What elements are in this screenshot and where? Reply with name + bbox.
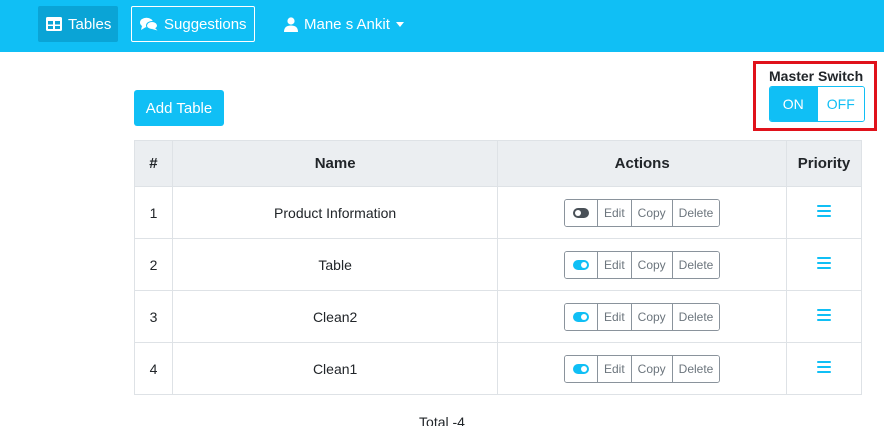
hamburger-icon[interactable] [817, 202, 831, 220]
user-icon [284, 16, 298, 32]
nav-tables-label: Tables [68, 15, 112, 33]
edit-button[interactable]: Edit [596, 355, 631, 382]
row-name: Table [171, 238, 499, 291]
row-toggle-button[interactable] [564, 199, 597, 226]
row-number: 4 [134, 342, 173, 395]
row-toggle-button[interactable] [564, 355, 597, 382]
row-actions: Edit Copy Delete [497, 238, 788, 291]
row-actions: Edit Copy Delete [497, 290, 788, 343]
edit-button[interactable]: Edit [596, 251, 631, 278]
delete-button[interactable]: Delete [671, 251, 720, 278]
row-actions: Edit Copy Delete [497, 342, 788, 395]
hamburger-icon[interactable] [817, 254, 831, 272]
column-header-name: Name [171, 140, 499, 187]
master-switch-label: Master Switch [769, 68, 864, 84]
row-name: Clean2 [171, 290, 499, 343]
column-header-actions: Actions [497, 140, 788, 187]
row-priority [786, 290, 862, 343]
table-row: 1 Product Information Edit Copy Delete [134, 186, 862, 239]
row-priority [786, 238, 862, 291]
master-switch-on-button[interactable]: ON [770, 87, 817, 121]
row-toggle-button[interactable] [564, 303, 597, 330]
chevron-down-icon [395, 21, 404, 27]
toggle-switch-icon [572, 207, 589, 218]
row-number: 3 [134, 290, 173, 343]
nav-suggestions-label: Suggestions [164, 15, 247, 33]
row-action-group: Edit Copy Delete [563, 198, 721, 227]
column-header-priority: Priority [786, 140, 862, 187]
nav-user-label: Mane s Ankit [304, 15, 390, 33]
tables-list: # Name Actions Priority 1 Product Informa… [134, 140, 862, 395]
edit-button[interactable]: Edit [596, 199, 631, 226]
table-row: 3 Clean2 Edit Copy Delete [134, 290, 862, 343]
column-header-number: # [134, 140, 173, 187]
row-action-group: Edit Copy Delete [563, 250, 721, 279]
toggle-switch-icon [572, 363, 589, 374]
row-toggle-button[interactable] [564, 251, 597, 278]
nav-suggestions[interactable]: Suggestions [131, 6, 255, 42]
edit-button[interactable]: Edit [596, 303, 631, 330]
table-header-row: # Name Actions Priority [134, 140, 862, 187]
table-row: 2 Table Edit Copy Delete [134, 238, 862, 291]
master-switch-highlight: Master Switch ON OFF [753, 61, 877, 131]
row-number: 2 [134, 238, 173, 291]
nav-tables[interactable]: Tables [38, 6, 118, 42]
table-icon [46, 17, 62, 31]
delete-button[interactable]: Delete [671, 355, 720, 382]
copy-button[interactable]: Copy [630, 355, 672, 382]
comments-icon [140, 17, 158, 31]
row-name: Clean1 [171, 342, 499, 395]
toggle-switch-icon [572, 311, 589, 322]
row-action-group: Edit Copy Delete [563, 302, 721, 331]
toggle-switch-icon [572, 259, 589, 270]
master-switch-off-button[interactable]: OFF [816, 87, 864, 121]
row-actions: Edit Copy Delete [497, 186, 788, 239]
row-number: 1 [134, 186, 173, 239]
copy-button[interactable]: Copy [630, 303, 672, 330]
master-switch: ON OFF [769, 86, 865, 122]
row-name: Product Information [171, 186, 499, 239]
row-priority [786, 186, 862, 239]
table-row: 4 Clean1 Edit Copy Delete [134, 342, 862, 395]
total-count: Total -4 [419, 414, 465, 426]
top-navbar: Tables Suggestions Mane s Ankit [0, 0, 884, 52]
copy-button[interactable]: Copy [630, 199, 672, 226]
add-table-button[interactable]: Add Table [134, 90, 224, 126]
row-action-group: Edit Copy Delete [563, 354, 721, 383]
delete-button[interactable]: Delete [671, 303, 720, 330]
hamburger-icon[interactable] [817, 306, 831, 324]
hamburger-icon[interactable] [817, 358, 831, 376]
row-priority [786, 342, 862, 395]
delete-button[interactable]: Delete [671, 199, 720, 226]
copy-button[interactable]: Copy [630, 251, 672, 278]
nav-user-dropdown[interactable]: Mane s Ankit [276, 6, 426, 42]
